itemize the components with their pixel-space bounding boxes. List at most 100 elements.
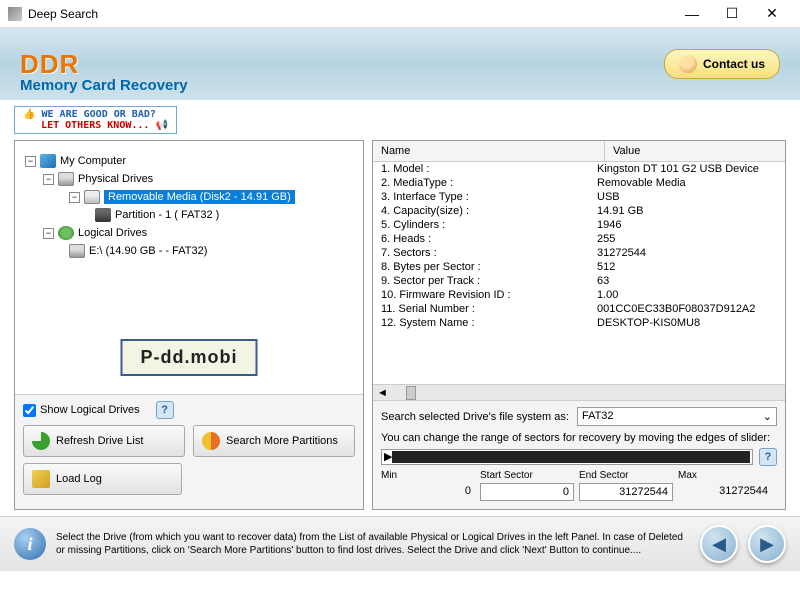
close-button[interactable]: ✕ <box>752 0 792 28</box>
scrollbar-thumb[interactable] <box>406 386 416 400</box>
refresh-drive-list-button[interactable]: Refresh Drive List <box>23 425 185 457</box>
property-name: 10. Firmware Revision ID : <box>381 289 597 301</box>
property-name: 8. Bytes per Sector : <box>381 261 597 273</box>
property-name: 5. Cylinders : <box>381 219 597 231</box>
filesystem-label: Search selected Drive's file system as: <box>381 411 569 423</box>
sector-range-slider[interactable]: ▶ <box>381 449 753 465</box>
min-value: 0 <box>381 483 475 499</box>
horizontal-scrollbar[interactable]: ◄ <box>373 384 785 400</box>
contact-us-button[interactable]: Contact us <box>664 49 780 79</box>
chevron-down-icon: ⌄ <box>763 410 772 423</box>
next-button[interactable]: ▶ <box>748 525 786 563</box>
property-name: 7. Sectors : <box>381 247 597 259</box>
property-value: 1.00 <box>597 289 777 301</box>
property-name: 4. Capacity(size) : <box>381 205 597 217</box>
tree-label: E:\ (14.90 GB - - FAT32) <box>89 245 207 257</box>
logo-text: DDR <box>20 49 79 80</box>
button-label: Search More Partitions <box>226 435 338 447</box>
property-name: 1. Model : <box>381 163 597 175</box>
drive-tree-panel: − My Computer − Physical Drives − Remova… <box>14 140 364 510</box>
maximize-button[interactable]: ☐ <box>712 0 752 28</box>
property-row[interactable]: 11. Serial Number :001CC0EC33B0F08037D91… <box>373 302 785 316</box>
folder-icon <box>32 470 50 488</box>
property-value: 1946 <box>597 219 777 231</box>
drive-icon <box>58 172 74 186</box>
property-value: 31272544 <box>597 247 777 259</box>
expand-icon[interactable]: − <box>43 174 54 185</box>
slider-description: You can change the range of sectors for … <box>381 432 777 444</box>
tree-node-logical[interactable]: − Logical Drives <box>41 225 355 241</box>
tree-node-physical[interactable]: − Physical Drives <box>41 171 355 187</box>
property-row[interactable]: 7. Sectors :31272544 <box>373 246 785 260</box>
search-more-partitions-button[interactable]: Search More Partitions <box>193 425 355 457</box>
app-icon <box>8 7 22 21</box>
footer: i Select the Drive (from which you want … <box>0 516 800 571</box>
review-line1: WE ARE GOOD OR BAD? <box>41 109 155 120</box>
watermark: P-dd.mobi <box>121 339 258 376</box>
person-icon <box>679 55 697 73</box>
property-value: Removable Media <box>597 177 777 189</box>
start-sector-input[interactable] <box>480 483 574 501</box>
minimize-button[interactable]: — <box>672 0 712 28</box>
column-value[interactable]: Value <box>605 141 785 161</box>
end-sector-label: End Sector <box>579 470 678 481</box>
refresh-icon <box>32 432 50 450</box>
logical-drive-icon <box>58 226 74 240</box>
expand-icon[interactable]: − <box>25 156 36 167</box>
property-name: 12. System Name : <box>381 317 597 329</box>
load-log-button[interactable]: Load Log <box>23 463 182 495</box>
property-row[interactable]: 4. Capacity(size) :14.91 GB <box>373 204 785 218</box>
tree-label: My Computer <box>60 155 126 167</box>
property-row[interactable]: 3. Interface Type :USB <box>373 190 785 204</box>
property-value: 512 <box>597 261 777 273</box>
show-logical-checkbox[interactable] <box>23 404 36 417</box>
expand-icon[interactable]: − <box>43 228 54 239</box>
column-name[interactable]: Name <box>373 141 605 161</box>
property-row[interactable]: 2. MediaType :Removable Media <box>373 176 785 190</box>
max-value: 31272544 <box>678 483 772 499</box>
right-controls: Search selected Drive's file system as: … <box>373 400 785 509</box>
property-name: 6. Heads : <box>381 233 597 245</box>
search-partitions-icon <box>202 432 220 450</box>
tree-node-removable[interactable]: − Removable Media (Disk2 - 14.91 GB) <box>67 189 355 205</box>
partition-icon <box>95 208 111 222</box>
review-badge[interactable]: 👍 WE ARE GOOD OR BAD? LET OTHERS KNOW...… <box>14 106 177 134</box>
min-label: Min <box>381 470 480 481</box>
filesystem-value: FAT32 <box>582 410 614 422</box>
window-title: Deep Search <box>28 7 672 21</box>
property-value: USB <box>597 191 777 203</box>
property-name: 3. Interface Type : <box>381 191 597 203</box>
property-value: 001CC0EC33B0F08037D912A2 <box>597 303 777 315</box>
drive-tree: − My Computer − Physical Drives − Remova… <box>15 141 363 394</box>
end-sector-input[interactable] <box>579 483 673 501</box>
drive-icon <box>69 244 85 258</box>
property-value: DESKTOP-KIS0MU8 <box>597 317 777 329</box>
app-header: DDR Memory Card Recovery Contact us <box>0 28 800 100</box>
property-row[interactable]: 5. Cylinders :1946 <box>373 218 785 232</box>
computer-icon <box>40 154 56 168</box>
filesystem-select[interactable]: FAT32 ⌄ <box>577 407 777 426</box>
property-row[interactable]: 12. System Name :DESKTOP-KIS0MU8 <box>373 316 785 330</box>
expand-icon[interactable]: − <box>69 192 80 203</box>
tree-node-drive-e[interactable]: E:\ (14.90 GB - - FAT32) <box>67 243 355 259</box>
left-controls: Show Logical Drives ? Refresh Drive List… <box>15 394 363 509</box>
help-button[interactable]: ? <box>156 401 174 419</box>
property-value: 14.91 GB <box>597 205 777 217</box>
tree-node-computer[interactable]: − My Computer <box>23 153 355 169</box>
review-line2: LET OTHERS KNOW... <box>41 120 149 131</box>
show-logical-label: Show Logical Drives <box>40 404 140 416</box>
property-name: 11. Serial Number : <box>381 303 597 315</box>
tree-label: Logical Drives <box>78 227 147 239</box>
property-row[interactable]: 6. Heads :255 <box>373 232 785 246</box>
property-row[interactable]: 8. Bytes per Sector :512 <box>373 260 785 274</box>
tree-label-selected: Removable Media (Disk2 - 14.91 GB) <box>104 190 295 204</box>
review-bar: 👍 WE ARE GOOD OR BAD? LET OTHERS KNOW...… <box>0 100 800 136</box>
tree-node-partition[interactable]: Partition - 1 ( FAT32 ) <box>93 207 355 223</box>
property-row[interactable]: 9. Sector per Track :63 <box>373 274 785 288</box>
property-row[interactable]: 10. Firmware Revision ID :1.00 <box>373 288 785 302</box>
help-button[interactable]: ? <box>759 448 777 466</box>
property-row[interactable]: 1. Model :Kingston DT 101 G2 USB Device <box>373 162 785 176</box>
button-label: Refresh Drive List <box>56 435 143 447</box>
start-sector-label: Start Sector <box>480 470 579 481</box>
back-button[interactable]: ◀ <box>700 525 738 563</box>
